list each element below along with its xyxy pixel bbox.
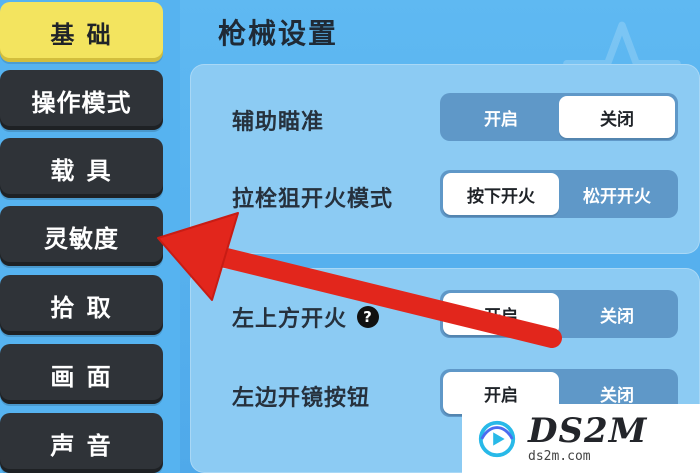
setting-label-text: 辅助瞄准 [232, 110, 325, 135]
setting-label-text: 左上方开火 [232, 307, 348, 332]
sidebar-item-label: 画 面 [50, 362, 113, 391]
question-circle-icon[interactable]: ? [357, 306, 380, 328]
sidebar-item-pickup[interactable]: 拾 取 [0, 275, 163, 335]
top-left-fire-on-option[interactable]: 开启 [443, 293, 559, 335]
sidebar-item-basic[interactable]: 基 础 [0, 2, 163, 62]
aim-assist-off-option[interactable]: 关闭 [559, 96, 675, 138]
sidebar-item-label: 载 具 [50, 156, 113, 185]
fire-on-press-option[interactable]: 按下开火 [443, 173, 559, 215]
ds2m-logo-icon [478, 420, 516, 457]
setting-label-aim-assist: 辅助瞄准 [232, 104, 324, 136]
sidebar-item-control-mode[interactable]: 操作模式 [0, 70, 163, 130]
sidebar: 基 础 操作模式 载 具 灵敏度 拾 取 画 面 声 音 [0, 0, 180, 473]
setting-label-text: 左边开镜按钮 [232, 386, 371, 411]
sidebar-item-label: 声 音 [50, 431, 113, 460]
aim-assist-toggle: 开启 关闭 [440, 93, 678, 141]
sidebar-item-label: 操作模式 [31, 88, 132, 117]
bolt-fire-mode-toggle: 按下开火 松开开火 [440, 170, 678, 218]
settings-main: 枪械设置 辅助瞄准 开启 关闭 拉栓狙开火模式 按下开火 松开开火 左上方开火 … [180, 0, 700, 473]
aim-assist-on-option[interactable]: 开启 [443, 96, 559, 138]
fire-on-release-option[interactable]: 松开开火 [559, 173, 675, 215]
sidebar-item-graphics[interactable]: 画 面 [0, 344, 163, 404]
sidebar-item-label: 拾 取 [50, 293, 113, 322]
setting-label-text: 拉栓狙开火模式 [232, 187, 394, 212]
sidebar-item-sensitivity[interactable]: 灵敏度 [0, 206, 163, 266]
sidebar-item-vehicle[interactable]: 载 具 [0, 138, 163, 198]
top-left-fire-off-option[interactable]: 关闭 [559, 293, 675, 335]
sidebar-item-label: 基 础 [50, 20, 113, 49]
watermark: DS2M ds2m.com [462, 404, 700, 473]
setting-label-top-left-fire: 左上方开火 ? [232, 301, 380, 333]
watermark-text: DS2M ds2m.com [528, 414, 647, 463]
watermark-domain: ds2m.com [528, 449, 591, 464]
sidebar-item-label: 灵敏度 [44, 224, 119, 253]
setting-label-left-scope-button: 左边开镜按钮 [232, 380, 370, 412]
setting-label-bolt-fire-mode: 拉栓狙开火模式 [232, 181, 393, 213]
sidebar-item-sound[interactable]: 声 音 [0, 413, 163, 473]
game-settings-screen: 基 础 操作模式 载 具 灵敏度 拾 取 画 面 声 音 枪械设置 辅助瞄准 开… [0, 0, 700, 473]
watermark-brand: DS2M [528, 411, 648, 451]
section-title: 枪械设置 [218, 17, 339, 50]
top-left-fire-toggle: 开启 关闭 [440, 290, 678, 338]
